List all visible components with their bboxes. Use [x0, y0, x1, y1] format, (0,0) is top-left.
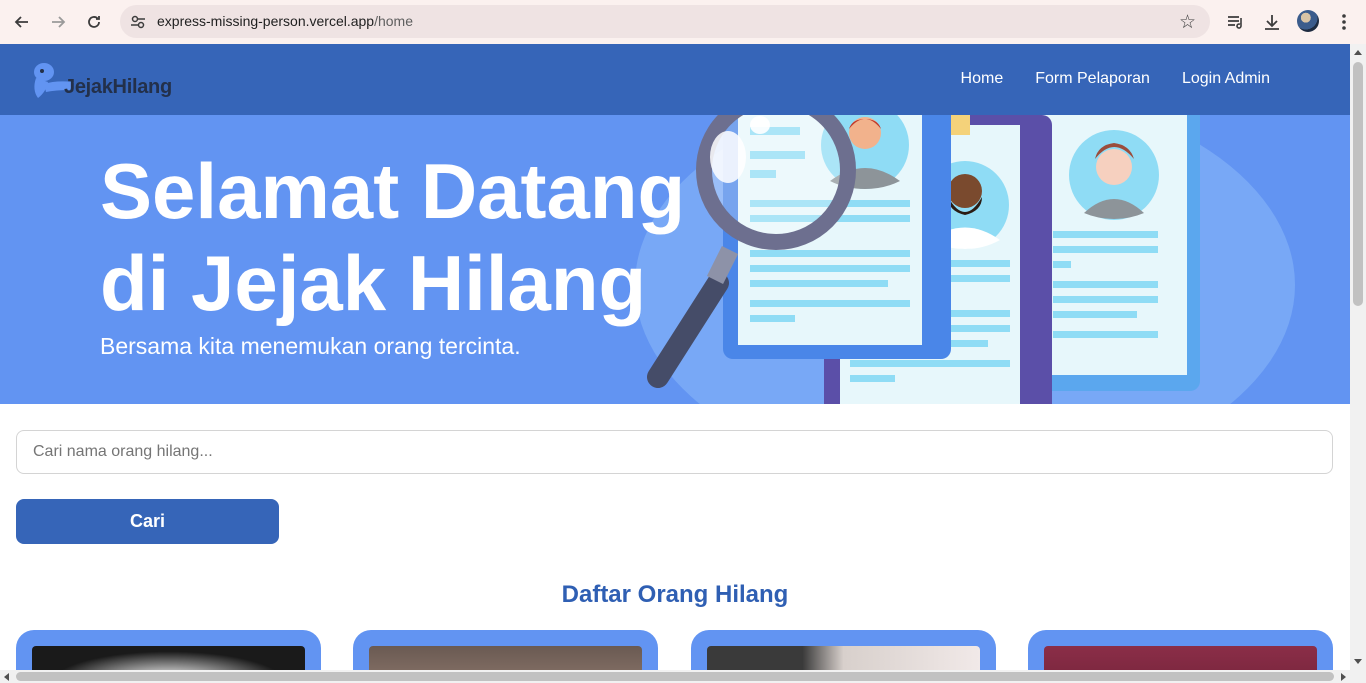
back-arrow-icon[interactable]: [9, 9, 35, 35]
site-settings-icon[interactable]: [128, 12, 148, 32]
scroll-right-arrow-icon[interactable]: [1341, 673, 1346, 681]
more-menu-icon[interactable]: [1332, 10, 1356, 34]
media-playlist-icon[interactable]: [1224, 10, 1248, 34]
hero-subtitle: Bersama kita menemukan orang tercinta.: [100, 333, 521, 359]
section-title: Daftar Orang Hilang: [561, 581, 789, 608]
hero-banner: Selamat Datang di Jejak Hilang Bersama ki…: [0, 115, 1350, 404]
scrollbar-thumb[interactable]: [16, 672, 1334, 681]
scrollbar-thumb[interactable]: [1353, 62, 1363, 306]
download-icon[interactable]: [1260, 10, 1284, 34]
site-navbar: JejakHilang Home Form Pelaporan Login Ad…: [0, 44, 1350, 115]
bookmark-star-icon[interactable]: ☆: [1179, 11, 1196, 34]
address-bar[interactable]: express-missing-person.vercel.app/home ☆: [120, 5, 1210, 38]
person-photo: [369, 646, 642, 670]
profile-avatar[interactable]: [1297, 10, 1319, 32]
browser-toolbar: express-missing-person.vercel.app/home ☆: [0, 0, 1366, 44]
brand-name: JejakHilang: [64, 76, 172, 98]
missing-person-card[interactable]: [16, 630, 321, 670]
scroll-down-arrow-icon[interactable]: [1354, 659, 1362, 664]
scroll-left-arrow-icon[interactable]: [4, 673, 9, 681]
vertical-scrollbar[interactable]: [1350, 44, 1366, 670]
page-viewport: JejakHilang Home Form Pelaporan Login Ad…: [0, 44, 1350, 670]
forward-arrow-icon[interactable]: [45, 9, 71, 35]
person-photo: [707, 646, 980, 670]
nav-link-form-pelaporan[interactable]: Form Pelaporan: [1035, 70, 1150, 88]
url-text: express-missing-person.vercel.app/home: [157, 13, 414, 29]
missing-person-card[interactable]: [353, 630, 658, 670]
missing-person-card[interactable]: [691, 630, 996, 670]
horizontal-scrollbar[interactable]: [0, 670, 1366, 683]
nav-link-home[interactable]: Home: [961, 70, 1004, 88]
missing-person-card[interactable]: [1028, 630, 1333, 670]
scroll-up-arrow-icon[interactable]: [1354, 50, 1362, 55]
brand-logo[interactable]: JejakHilang: [30, 60, 190, 102]
person-photo: [1044, 646, 1317, 670]
search-input[interactable]: [16, 430, 1333, 474]
nav-links: Home Form Pelaporan Login Admin: [961, 70, 1270, 88]
search-button[interactable]: Cari: [16, 499, 279, 544]
nav-link-login-admin[interactable]: Login Admin: [1182, 70, 1270, 88]
person-photo: [32, 646, 305, 670]
hero-title: Selamat Datang di Jejak Hilang: [100, 147, 686, 327]
reload-icon[interactable]: [81, 9, 107, 35]
